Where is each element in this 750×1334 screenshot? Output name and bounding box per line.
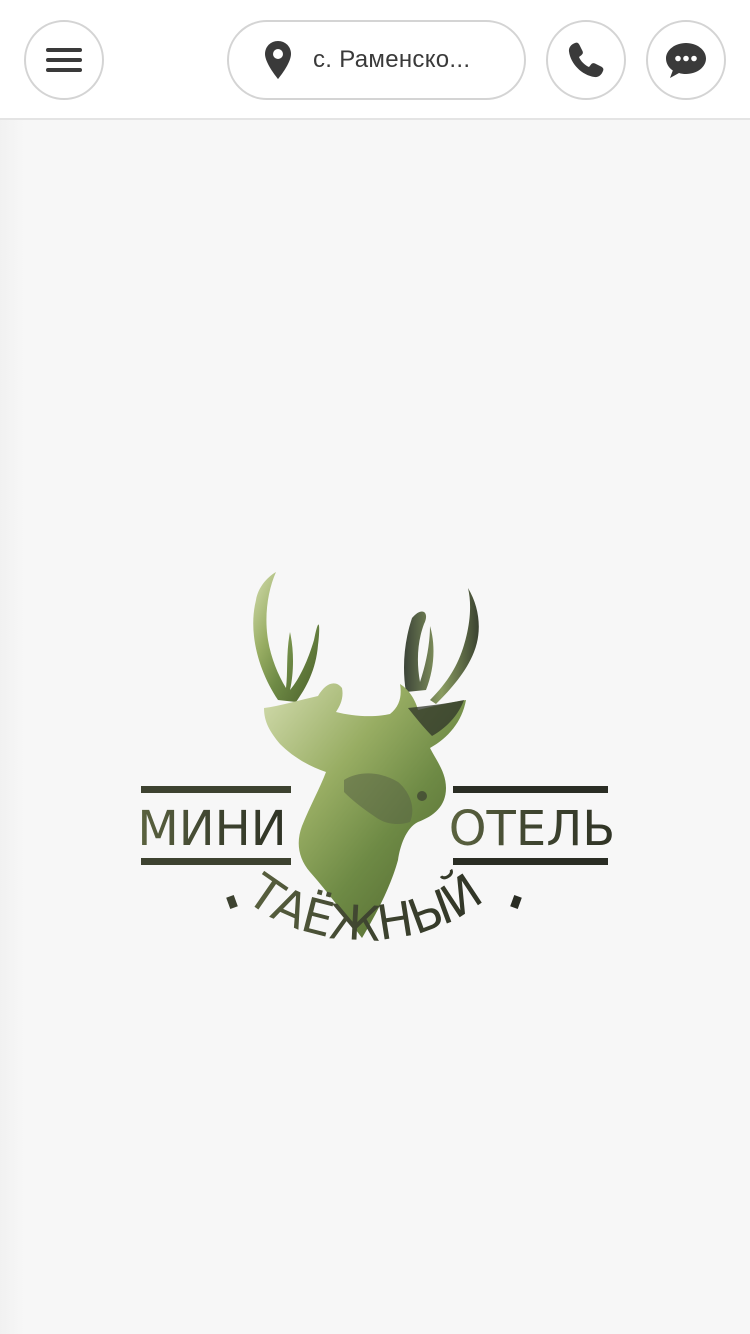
right-top-bar bbox=[453, 786, 608, 793]
location-label: с. Раменско... bbox=[313, 46, 471, 73]
phone-icon bbox=[568, 42, 604, 78]
logo-dot-left bbox=[226, 894, 238, 910]
chat-button[interactable] bbox=[646, 20, 726, 100]
left-bottom-bar bbox=[141, 858, 291, 865]
chat-bubble-icon bbox=[666, 43, 706, 78]
call-button[interactable] bbox=[546, 20, 626, 100]
logo-word-right: ОТЕЛЬ bbox=[449, 801, 615, 857]
logo-dot-right bbox=[510, 894, 522, 910]
hotel-logo: МИНИ ОТЕЛЬ ТАЁЖНЫЙ bbox=[130, 560, 620, 1020]
location-selector[interactable]: с. Раменско... bbox=[227, 20, 526, 100]
top-bar: с. Раменско... bbox=[0, 0, 750, 120]
hamburger-menu-icon bbox=[46, 48, 82, 72]
menu-button[interactable] bbox=[24, 20, 104, 100]
map-pin-icon bbox=[263, 40, 293, 80]
left-top-bar bbox=[141, 786, 291, 793]
logo-word-left: МИНИ bbox=[137, 801, 286, 857]
app-screen: с. Раменско... МИНИ ОТЕЛЬ ТАЁЖНЫЙ bbox=[0, 0, 750, 1334]
main-content: МИНИ ОТЕЛЬ ТАЁЖНЫЙ bbox=[0, 120, 750, 1334]
right-bottom-bar bbox=[453, 858, 608, 865]
